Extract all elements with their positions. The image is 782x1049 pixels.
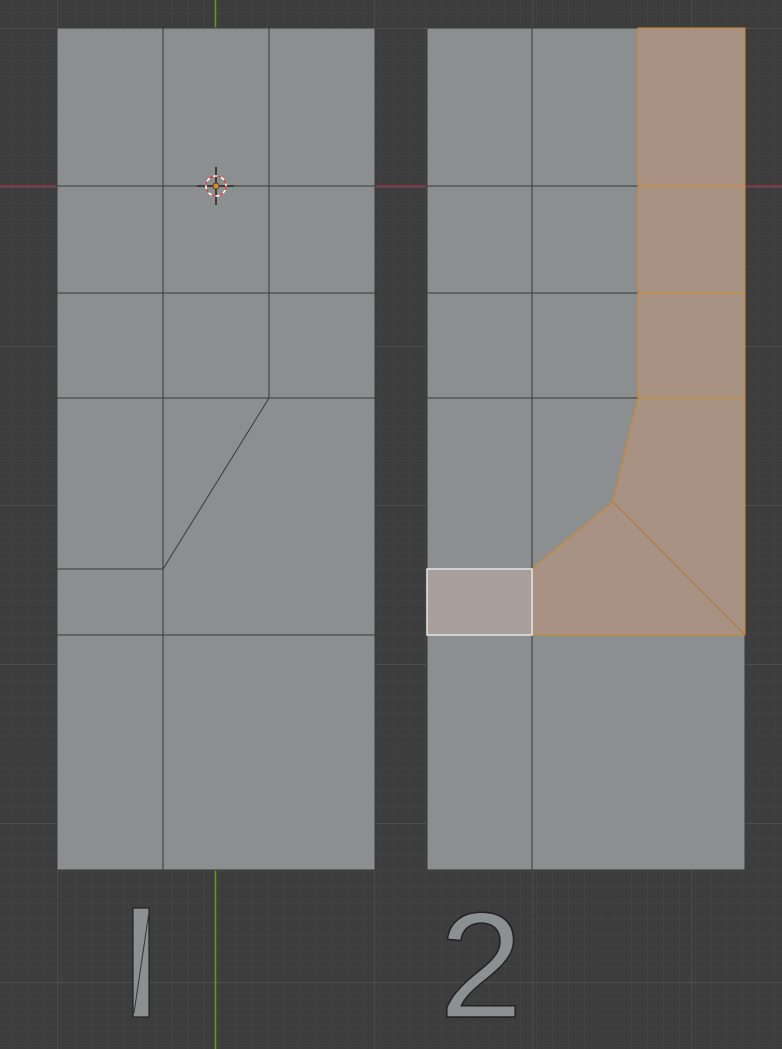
mesh-1-face[interactable] xyxy=(56,27,376,871)
text-object-2-label: 2 xyxy=(439,881,522,1049)
text-object-1[interactable]: 1 xyxy=(102,889,180,1046)
3d-viewport[interactable]: 1 2 xyxy=(0,0,782,1049)
viewport-canvas[interactable]: 1 2 xyxy=(0,0,782,1049)
active-face[interactable] xyxy=(426,568,533,636)
mesh-object-2[interactable] xyxy=(426,27,746,871)
mesh-object-1[interactable] xyxy=(56,27,376,871)
text-object-2[interactable]: 2 xyxy=(439,880,524,1049)
